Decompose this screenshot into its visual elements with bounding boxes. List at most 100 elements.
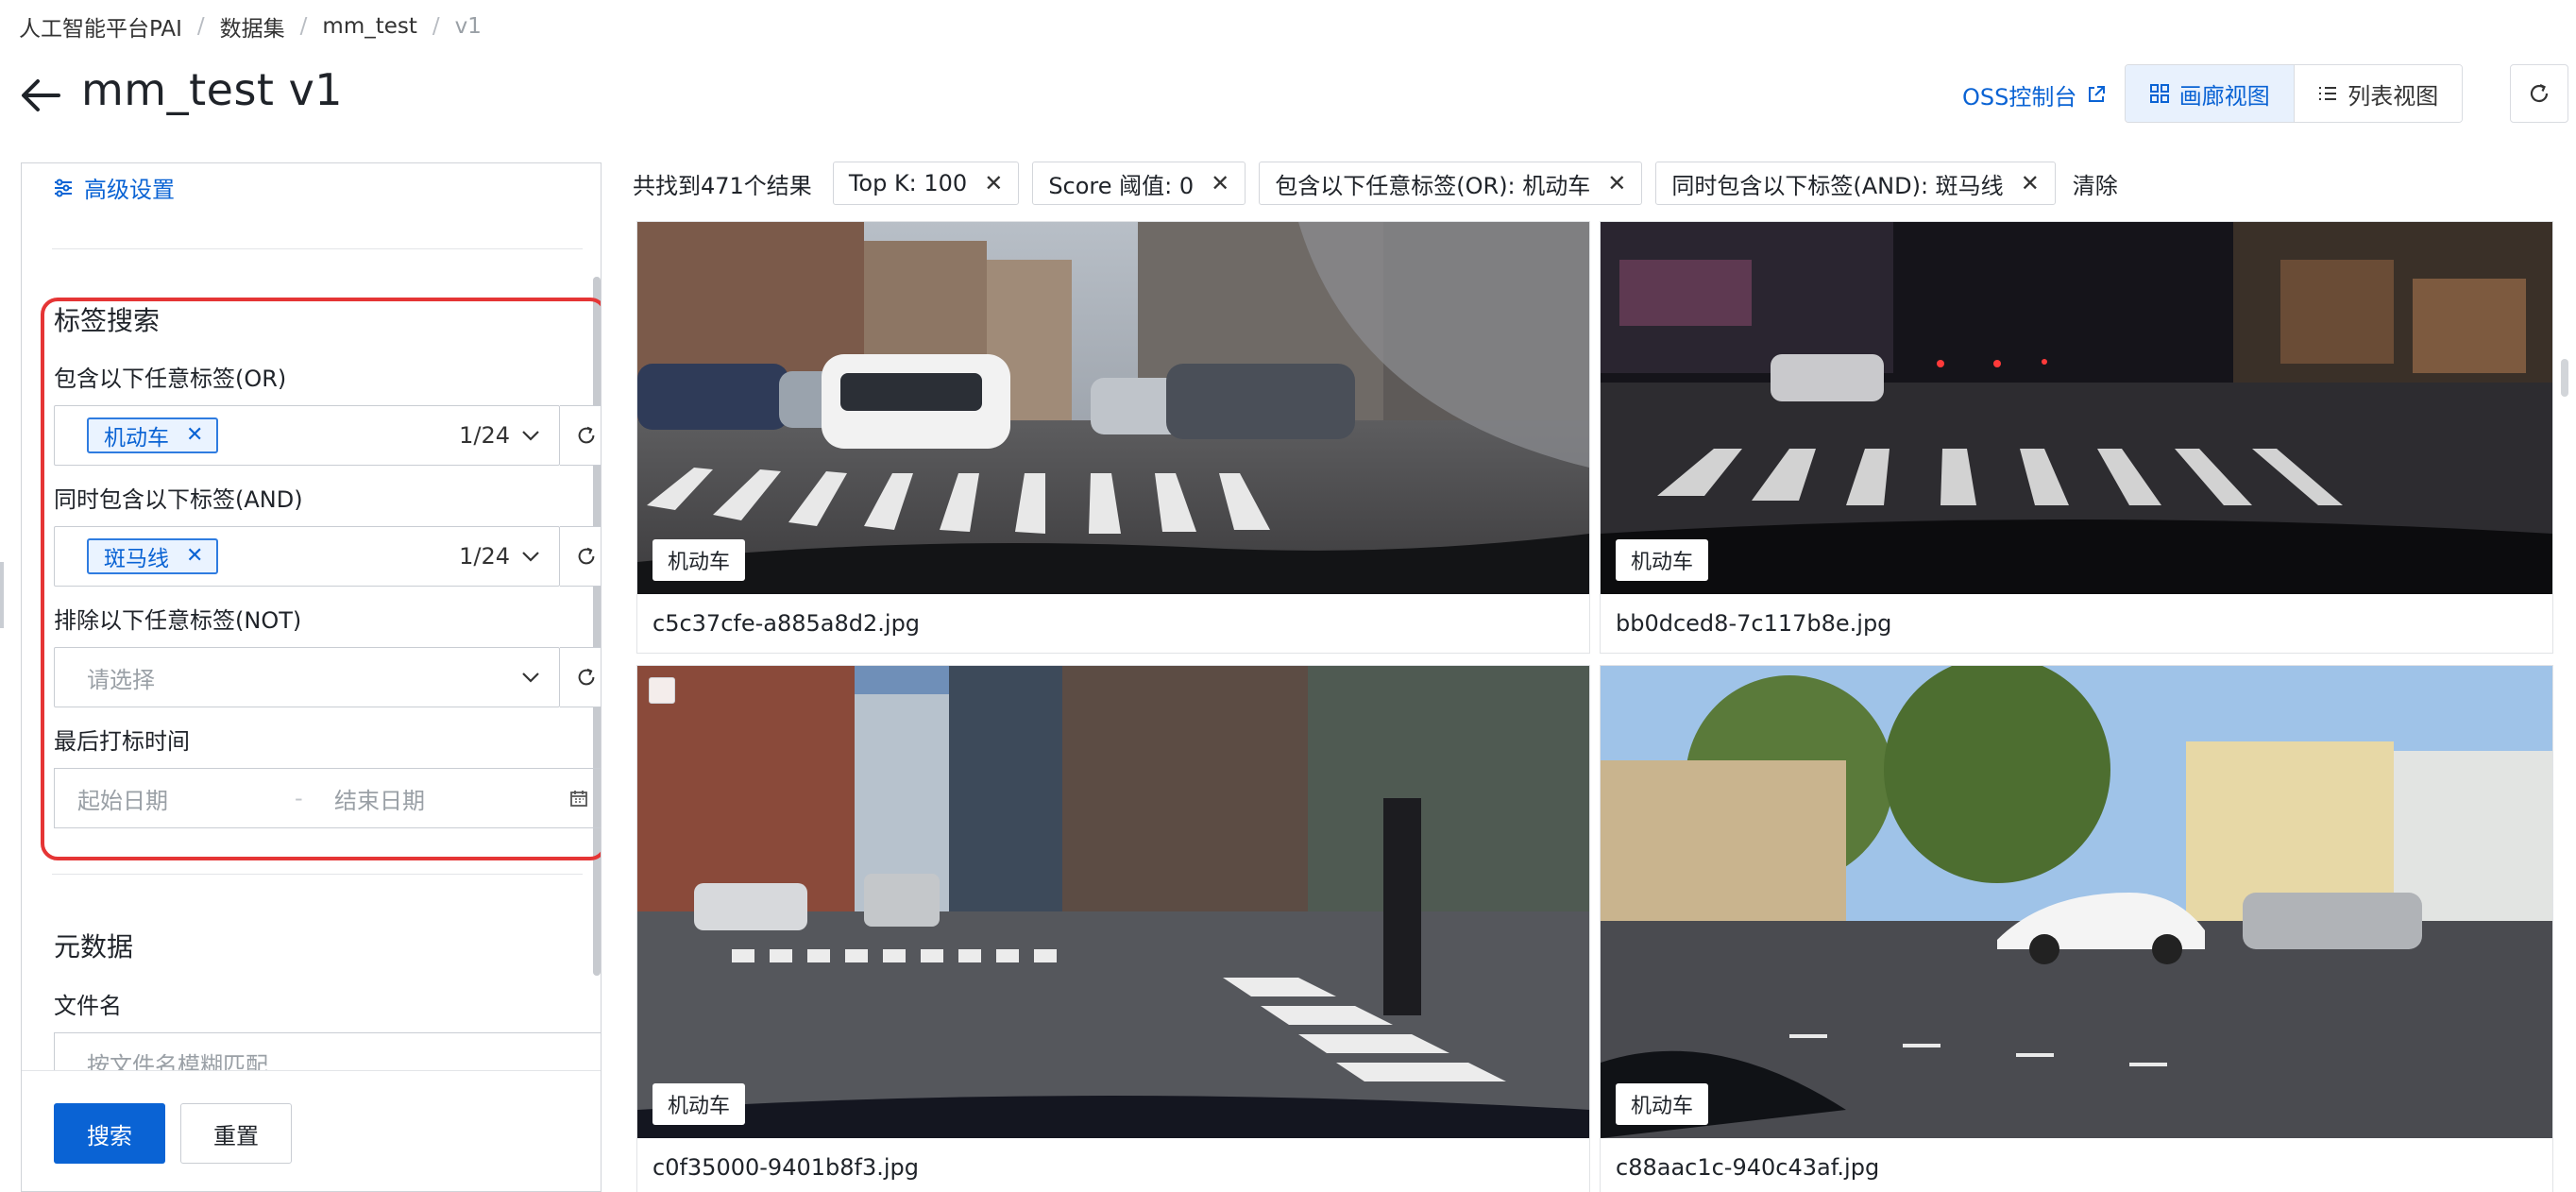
and-tags-reset-button[interactable]	[560, 526, 601, 587]
end-date-input[interactable]: 结束日期	[334, 782, 568, 815]
and-tag-label: 斑马线	[104, 547, 169, 571]
or-tags-reset-button[interactable]	[560, 405, 601, 466]
start-date-input[interactable]: 起始日期	[77, 782, 295, 815]
image-label-badge: 机动车	[652, 539, 746, 581]
filter-chip-score: Score 阈值: 0 ✕	[1032, 162, 1246, 205]
image-filename: bb0dced8-7c117b8e.jpg	[1616, 610, 1892, 637]
filter-chip-or: 包含以下任意标签(OR): 机动车 ✕	[1259, 162, 1643, 205]
list-view-label: 列表视图	[2347, 82, 2439, 110]
refresh-icon	[578, 668, 594, 686]
advanced-settings-link[interactable]: 高级设置	[52, 171, 175, 204]
breadcrumb-version: v1	[454, 14, 482, 39]
gallery-card[interactable]: 机动车 c88aac1c-940c43af.jpg	[1600, 665, 2553, 1192]
page-title: mm_test v1	[81, 64, 344, 115]
breadcrumb-separator: /	[432, 14, 440, 39]
close-icon[interactable]: ✕	[2021, 170, 2040, 196]
image-thumbnail[interactable]: 机动车	[1601, 222, 2552, 594]
image-thumbnail[interactable]: 机动车	[1601, 666, 2552, 1138]
external-link-icon	[2089, 86, 2106, 102]
date-range-picker[interactable]: 起始日期 - 结束日期	[54, 768, 601, 828]
close-icon[interactable]: ✕	[186, 546, 203, 567]
list-icon	[2319, 87, 2337, 100]
back-arrow-icon[interactable]	[17, 72, 64, 119]
not-tags-reset-button[interactable]	[560, 647, 601, 707]
breadcrumb-separator: /	[196, 14, 205, 39]
and-tags-label: 同时包含以下标签(AND)	[54, 486, 303, 513]
sliders-icon	[55, 179, 72, 196]
refresh-icon	[2530, 83, 2549, 103]
reset-button[interactable]: 重置	[180, 1103, 292, 1164]
panel-footer: 搜索 重置	[22, 1070, 601, 1191]
close-icon[interactable]: ✕	[1607, 170, 1626, 196]
tag-search-title: 标签搜索	[54, 305, 161, 336]
gallery-scrollbar[interactable]	[2561, 359, 2568, 397]
filter-chip-label: Score 阈值: 0	[1048, 172, 1195, 199]
chevron-down-icon	[522, 431, 539, 441]
image-filename: c88aac1c-940c43af.jpg	[1616, 1154, 1880, 1181]
gallery-card[interactable]: 机动车 bb0dced8-7c117b8e.jpg	[1600, 221, 2553, 654]
refresh-icon	[578, 547, 594, 565]
list-view-button[interactable]: 列表视图	[2294, 65, 2462, 122]
calendar-icon	[570, 791, 587, 807]
filename-label: 文件名	[54, 993, 122, 1019]
image-filename: c0f35000-9401b8f3.jpg	[652, 1154, 919, 1181]
filter-chip-topk: Top K: 100 ✕	[832, 162, 1020, 205]
image-thumbnail[interactable]: 机动车	[637, 222, 1589, 594]
or-tags-count: 1/24	[459, 422, 510, 449]
close-icon[interactable]: ✕	[186, 425, 203, 446]
select-checkbox[interactable]	[649, 677, 675, 704]
grid-icon	[2149, 84, 2169, 103]
breadcrumb-dataset[interactable]: mm_test	[322, 14, 416, 39]
or-tag-label: 机动车	[104, 426, 169, 451]
active-filters: 共找到471个结果 Top K: 100 ✕ Score 阈值: 0 ✕ 包含以…	[633, 161, 2118, 206]
refresh-button[interactable]	[2510, 64, 2568, 123]
image-filename: c5c37cfe-a885a8d2.jpg	[652, 610, 921, 637]
image-label-badge: 机动车	[1616, 1083, 1709, 1125]
street-photo	[637, 222, 1589, 594]
gallery-card[interactable]: 机动车 c0f35000-9401b8f3.jpg	[636, 665, 1590, 1192]
and-tags-select[interactable]: 斑马线 ✕ 1/24	[54, 526, 560, 587]
gallery-view-button[interactable]: 画廊视图	[2126, 65, 2295, 122]
not-tags-label: 排除以下任意标签(NOT)	[54, 607, 302, 634]
chevron-down-icon	[522, 673, 539, 683]
close-icon[interactable]: ✕	[1211, 170, 1229, 196]
or-tags-select[interactable]: 机动车 ✕ 1/24	[54, 405, 560, 466]
or-tag-chip: 机动车 ✕	[87, 417, 219, 453]
or-tags-label: 包含以下任意标签(OR)	[54, 366, 287, 392]
last-labeled-time-label: 最后打标时间	[54, 728, 190, 755]
gallery-card[interactable]: 机动车 c5c37cfe-a885a8d2.jpg	[636, 221, 1590, 654]
oss-console-link[interactable]: OSS控制台	[1962, 77, 2107, 111]
image-thumbnail[interactable]: 机动车	[637, 666, 1589, 1138]
metadata-title: 元数据	[54, 931, 134, 962]
close-icon[interactable]: ✕	[984, 170, 1003, 196]
and-tag-chip: 斑马线 ✕	[87, 538, 219, 574]
gallery-view-label: 画廊视图	[2178, 82, 2270, 110]
not-tags-select[interactable]: 请选择	[54, 647, 560, 707]
advanced-settings-label: 高级设置	[84, 177, 175, 203]
filter-chip-label: Top K: 100	[848, 170, 968, 196]
divider	[52, 248, 583, 249]
and-tags-count: 1/24	[459, 543, 510, 570]
not-tags-placeholder: 请选择	[87, 666, 155, 693]
filter-chip-label: 同时包含以下标签(AND): 斑马线	[1671, 172, 2004, 199]
image-label-badge: 机动车	[1616, 539, 1709, 581]
breadcrumb: 人工智能平台PAI / 数据集 / mm_test / v1	[19, 9, 482, 43]
refresh-icon	[578, 426, 594, 444]
street-photo	[637, 666, 1589, 1138]
search-button[interactable]: 搜索	[54, 1103, 165, 1164]
result-count: 共找到471个结果	[633, 172, 812, 199]
search-panel: 高级设置 标签搜索 包含以下任意标签(OR) 机动车 ✕ 1/24 同时包含以下…	[21, 162, 602, 1192]
street-photo	[1601, 666, 2552, 1138]
panel-collapse-handle[interactable]	[0, 562, 4, 628]
breadcrumb-datasets[interactable]: 数据集	[220, 10, 285, 43]
clear-filters-link[interactable]: 清除	[2073, 167, 2118, 200]
date-separator: -	[295, 785, 303, 811]
breadcrumb-pai[interactable]: 人工智能平台PAI	[19, 10, 182, 43]
image-label-badge: 机动车	[652, 1083, 746, 1125]
filter-chip-label: 包含以下任意标签(OR): 机动车	[1275, 172, 1591, 199]
filter-chip-and: 同时包含以下标签(AND): 斑马线 ✕	[1655, 162, 2056, 205]
breadcrumb-separator: /	[299, 14, 308, 39]
street-photo	[1601, 222, 2552, 594]
oss-console-label: OSS控制台	[1962, 83, 2077, 111]
view-toggle: 画廊视图 列表视图	[2125, 64, 2463, 123]
